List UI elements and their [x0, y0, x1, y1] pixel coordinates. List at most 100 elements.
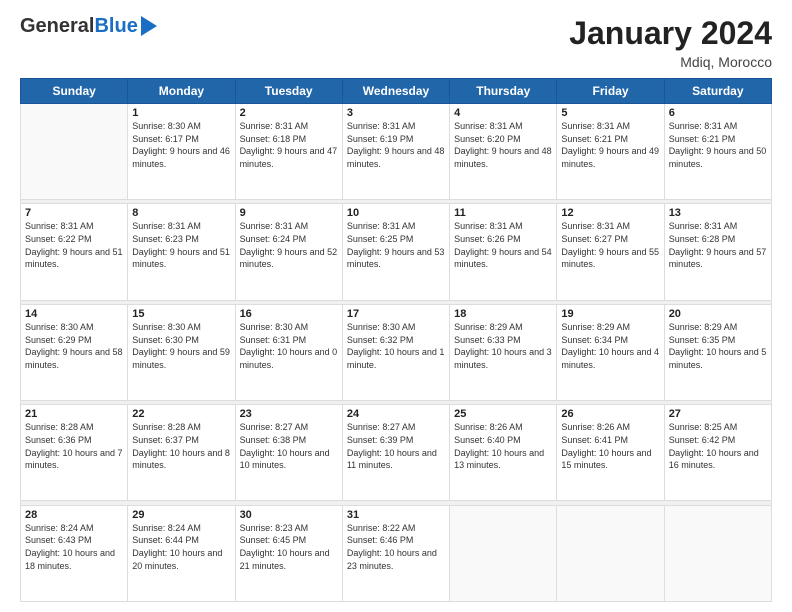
calendar-cell: 20Sunrise: 8:29 AMSunset: 6:35 PMDayligh… — [664, 304, 771, 400]
day-number: 23 — [240, 408, 338, 420]
logo-text: GeneralBlue — [20, 15, 138, 38]
header-thursday: Thursday — [450, 79, 557, 104]
day-info: Sunrise: 8:23 AMSunset: 6:45 PMDaylight:… — [240, 522, 338, 572]
header-sunday: Sunday — [21, 79, 128, 104]
day-info: Sunrise: 8:31 AMSunset: 6:23 PMDaylight:… — [132, 220, 230, 270]
calendar-cell: 8Sunrise: 8:31 AMSunset: 6:23 PMDaylight… — [128, 204, 235, 300]
day-number: 10 — [347, 207, 445, 219]
header-friday: Friday — [557, 79, 664, 104]
calendar-cell: 26Sunrise: 8:26 AMSunset: 6:41 PMDayligh… — [557, 405, 664, 501]
day-number: 4 — [454, 107, 552, 119]
day-number: 5 — [561, 107, 659, 119]
day-info: Sunrise: 8:30 AMSunset: 6:30 PMDaylight:… — [132, 321, 230, 371]
title-section: January 2024 Mdiq, Morocco — [569, 15, 772, 70]
weekday-header-row: Sunday Monday Tuesday Wednesday Thursday… — [21, 79, 772, 104]
logo: GeneralBlue — [20, 15, 157, 38]
day-number: 20 — [669, 308, 767, 320]
day-info: Sunrise: 8:31 AMSunset: 6:26 PMDaylight:… — [454, 220, 552, 270]
day-info: Sunrise: 8:28 AMSunset: 6:37 PMDaylight:… — [132, 421, 230, 471]
day-number: 30 — [240, 509, 338, 521]
calendar-week-row: 1Sunrise: 8:30 AMSunset: 6:17 PMDaylight… — [21, 104, 772, 200]
page: GeneralBlue January 2024 Mdiq, Morocco S… — [0, 0, 792, 612]
day-number: 14 — [25, 308, 123, 320]
day-number: 31 — [347, 509, 445, 521]
calendar-cell: 18Sunrise: 8:29 AMSunset: 6:33 PMDayligh… — [450, 304, 557, 400]
calendar-cell: 15Sunrise: 8:30 AMSunset: 6:30 PMDayligh… — [128, 304, 235, 400]
calendar-cell: 25Sunrise: 8:26 AMSunset: 6:40 PMDayligh… — [450, 405, 557, 501]
calendar-cell: 6Sunrise: 8:31 AMSunset: 6:21 PMDaylight… — [664, 104, 771, 200]
calendar-cell: 19Sunrise: 8:29 AMSunset: 6:34 PMDayligh… — [557, 304, 664, 400]
day-number: 1 — [132, 107, 230, 119]
day-number: 8 — [132, 207, 230, 219]
calendar-cell: 7Sunrise: 8:31 AMSunset: 6:22 PMDaylight… — [21, 204, 128, 300]
day-info: Sunrise: 8:26 AMSunset: 6:40 PMDaylight:… — [454, 421, 552, 471]
calendar-cell: 21Sunrise: 8:28 AMSunset: 6:36 PMDayligh… — [21, 405, 128, 501]
calendar-cell: 28Sunrise: 8:24 AMSunset: 6:43 PMDayligh… — [21, 505, 128, 601]
day-number: 18 — [454, 308, 552, 320]
day-number: 2 — [240, 107, 338, 119]
day-info: Sunrise: 8:24 AMSunset: 6:44 PMDaylight:… — [132, 522, 230, 572]
day-info: Sunrise: 8:31 AMSunset: 6:28 PMDaylight:… — [669, 220, 767, 270]
calendar-cell: 3Sunrise: 8:31 AMSunset: 6:19 PMDaylight… — [342, 104, 449, 200]
day-number: 27 — [669, 408, 767, 420]
calendar-cell: 27Sunrise: 8:25 AMSunset: 6:42 PMDayligh… — [664, 405, 771, 501]
day-info: Sunrise: 8:29 AMSunset: 6:33 PMDaylight:… — [454, 321, 552, 371]
calendar-cell: 11Sunrise: 8:31 AMSunset: 6:26 PMDayligh… — [450, 204, 557, 300]
header-tuesday: Tuesday — [235, 79, 342, 104]
day-number: 25 — [454, 408, 552, 420]
month-title: January 2024 — [569, 15, 772, 52]
day-number: 17 — [347, 308, 445, 320]
day-info: Sunrise: 8:27 AMSunset: 6:39 PMDaylight:… — [347, 421, 445, 471]
calendar-week-row: 28Sunrise: 8:24 AMSunset: 6:43 PMDayligh… — [21, 505, 772, 601]
calendar-cell: 29Sunrise: 8:24 AMSunset: 6:44 PMDayligh… — [128, 505, 235, 601]
day-info: Sunrise: 8:29 AMSunset: 6:34 PMDaylight:… — [561, 321, 659, 371]
day-number: 7 — [25, 207, 123, 219]
day-number: 24 — [347, 408, 445, 420]
day-info: Sunrise: 8:30 AMSunset: 6:17 PMDaylight:… — [132, 120, 230, 170]
day-info: Sunrise: 8:31 AMSunset: 6:21 PMDaylight:… — [669, 120, 767, 170]
calendar-cell: 16Sunrise: 8:30 AMSunset: 6:31 PMDayligh… — [235, 304, 342, 400]
day-info: Sunrise: 8:31 AMSunset: 6:22 PMDaylight:… — [25, 220, 123, 270]
day-info: Sunrise: 8:31 AMSunset: 6:24 PMDaylight:… — [240, 220, 338, 270]
calendar-cell — [21, 104, 128, 200]
day-info: Sunrise: 8:30 AMSunset: 6:29 PMDaylight:… — [25, 321, 123, 371]
day-info: Sunrise: 8:31 AMSunset: 6:18 PMDaylight:… — [240, 120, 338, 170]
day-info: Sunrise: 8:30 AMSunset: 6:32 PMDaylight:… — [347, 321, 445, 371]
day-number: 11 — [454, 207, 552, 219]
day-info: Sunrise: 8:31 AMSunset: 6:27 PMDaylight:… — [561, 220, 659, 270]
day-number: 21 — [25, 408, 123, 420]
day-number: 22 — [132, 408, 230, 420]
day-info: Sunrise: 8:31 AMSunset: 6:20 PMDaylight:… — [454, 120, 552, 170]
calendar-cell — [450, 505, 557, 601]
day-info: Sunrise: 8:30 AMSunset: 6:31 PMDaylight:… — [240, 321, 338, 371]
day-number: 3 — [347, 107, 445, 119]
header-saturday: Saturday — [664, 79, 771, 104]
calendar-week-row: 14Sunrise: 8:30 AMSunset: 6:29 PMDayligh… — [21, 304, 772, 400]
day-info: Sunrise: 8:24 AMSunset: 6:43 PMDaylight:… — [25, 522, 123, 572]
header-wednesday: Wednesday — [342, 79, 449, 104]
logo-triangle-icon — [141, 16, 157, 36]
day-number: 26 — [561, 408, 659, 420]
day-info: Sunrise: 8:22 AMSunset: 6:46 PMDaylight:… — [347, 522, 445, 572]
calendar-cell: 23Sunrise: 8:27 AMSunset: 6:38 PMDayligh… — [235, 405, 342, 501]
calendar-week-row: 7Sunrise: 8:31 AMSunset: 6:22 PMDaylight… — [21, 204, 772, 300]
location: Mdiq, Morocco — [569, 54, 772, 70]
calendar-cell: 31Sunrise: 8:22 AMSunset: 6:46 PMDayligh… — [342, 505, 449, 601]
calendar-cell: 1Sunrise: 8:30 AMSunset: 6:17 PMDaylight… — [128, 104, 235, 200]
logo-general: General — [20, 15, 94, 37]
logo-blue: Blue — [94, 15, 137, 37]
header-monday: Monday — [128, 79, 235, 104]
calendar-cell: 4Sunrise: 8:31 AMSunset: 6:20 PMDaylight… — [450, 104, 557, 200]
calendar-cell: 10Sunrise: 8:31 AMSunset: 6:25 PMDayligh… — [342, 204, 449, 300]
day-info: Sunrise: 8:28 AMSunset: 6:36 PMDaylight:… — [25, 421, 123, 471]
calendar-cell: 12Sunrise: 8:31 AMSunset: 6:27 PMDayligh… — [557, 204, 664, 300]
day-info: Sunrise: 8:29 AMSunset: 6:35 PMDaylight:… — [669, 321, 767, 371]
calendar-cell: 2Sunrise: 8:31 AMSunset: 6:18 PMDaylight… — [235, 104, 342, 200]
calendar-table: Sunday Monday Tuesday Wednesday Thursday… — [20, 78, 772, 602]
calendar-cell: 5Sunrise: 8:31 AMSunset: 6:21 PMDaylight… — [557, 104, 664, 200]
day-number: 28 — [25, 509, 123, 521]
day-number: 19 — [561, 308, 659, 320]
day-number: 9 — [240, 207, 338, 219]
calendar-cell: 14Sunrise: 8:30 AMSunset: 6:29 PMDayligh… — [21, 304, 128, 400]
day-info: Sunrise: 8:31 AMSunset: 6:19 PMDaylight:… — [347, 120, 445, 170]
